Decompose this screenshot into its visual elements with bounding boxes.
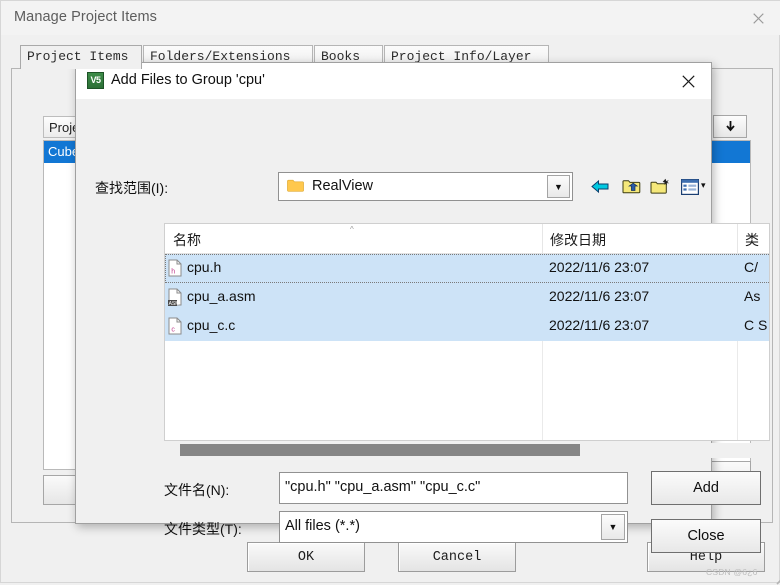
file-date: 2022/11/6 23:07	[549, 317, 650, 333]
tab-project-items[interactable]: Project Items	[20, 45, 142, 69]
asm-file-icon: ASM	[168, 288, 182, 306]
new-folder-icon	[650, 178, 670, 194]
up-one-level-button[interactable]	[619, 175, 643, 198]
table-row[interactable]: ASM cpu_a.asm 2022/11/6 23:07 As	[165, 283, 769, 312]
add-button[interactable]: Add	[651, 471, 761, 505]
watermark: CSDN @6¿6	[706, 567, 758, 577]
horizontal-scrollbar[interactable]	[164, 443, 770, 458]
folder-icon	[287, 179, 304, 192]
back-arrow-icon	[591, 179, 609, 194]
svg-text:c: c	[171, 327, 175, 334]
ok-button[interactable]: OK	[247, 542, 365, 572]
chevron-down-icon[interactable]: ▼	[601, 514, 625, 540]
list-item[interactable]	[710, 141, 750, 163]
file-name: cpu_c.c	[187, 317, 236, 333]
file-type-label: 文件类型(T):	[164, 521, 242, 537]
close-dialog-button[interactable]: Close	[651, 519, 761, 553]
keil-uvision-icon: V5	[87, 72, 104, 89]
file-name: cpu_a.asm	[187, 288, 256, 304]
file-type: C S	[744, 317, 768, 333]
file-name-label: 文件名(N):	[164, 482, 230, 498]
c-file-icon: c	[168, 317, 182, 335]
file-date: 2022/11/6 23:07	[549, 288, 650, 304]
file-type: As	[744, 288, 761, 304]
look-in-combobox[interactable]: RealView ▼	[278, 172, 573, 201]
page-title: Manage Project Items	[14, 9, 158, 25]
file-list-header: 名称 修改日期 类 ^	[165, 224, 769, 254]
dialog-titlebar: V5 Add Files to Group 'cpu'	[76, 63, 711, 99]
svg-text:h: h	[171, 269, 175, 276]
scrollbar-thumb[interactable]	[180, 444, 580, 456]
look-in-value: RealView	[312, 178, 373, 194]
up-one-level-icon	[622, 180, 640, 194]
arrow-down-icon	[725, 121, 735, 132]
chevron-down-icon[interactable]: ▾	[701, 180, 706, 191]
window-titlebar: Manage Project Items	[1, 1, 780, 35]
column-header-name[interactable]: 名称	[169, 224, 539, 253]
views-icon	[681, 178, 699, 195]
views-button[interactable]	[678, 175, 702, 198]
chevron-down-icon[interactable]: ▼	[547, 175, 570, 198]
file-type-combobox[interactable]: All files (*.*) ▼	[279, 511, 628, 543]
table-row[interactable]: h cpu.h 2022/11/6 23:07 C/	[165, 254, 769, 283]
window-close-button[interactable]	[735, 1, 780, 35]
file-name: cpu.h	[187, 259, 222, 275]
close-icon	[752, 12, 764, 24]
file-name-input[interactable]: "cpu.h" "cpu_a.asm" "cpu_c.c"	[279, 472, 628, 504]
dialog-title: Add Files to Group 'cpu'	[111, 72, 265, 88]
move-down-button[interactable]	[713, 115, 747, 138]
file-type: C/	[744, 259, 758, 275]
back-button[interactable]	[588, 175, 612, 198]
column-header-date[interactable]: 修改日期	[542, 224, 737, 253]
cancel-button[interactable]: Cancel	[398, 542, 516, 572]
h-file-icon: h	[168, 259, 182, 277]
svg-text:ASM: ASM	[169, 301, 180, 306]
close-icon	[682, 74, 695, 88]
file-list[interactable]: 名称 修改日期 类 ^ h cpu.h 2022/11/6 23:07 C/ A…	[164, 223, 770, 441]
column-header-type[interactable]: 类	[737, 224, 769, 253]
look-in-label: 查找范围(I):	[95, 180, 169, 196]
file-type-value: All files (*.*)	[285, 518, 360, 534]
sort-ascending-icon: ^	[350, 225, 354, 234]
table-row[interactable]: c cpu_c.c 2022/11/6 23:07 C S	[165, 312, 769, 341]
add-files-dialog: V5 Add Files to Group 'cpu' 查找范围(I): Rea…	[75, 62, 780, 585]
new-folder-button[interactable]	[648, 175, 672, 198]
file-date: 2022/11/6 23:07	[549, 259, 650, 275]
dialog-close-button[interactable]	[666, 63, 711, 99]
